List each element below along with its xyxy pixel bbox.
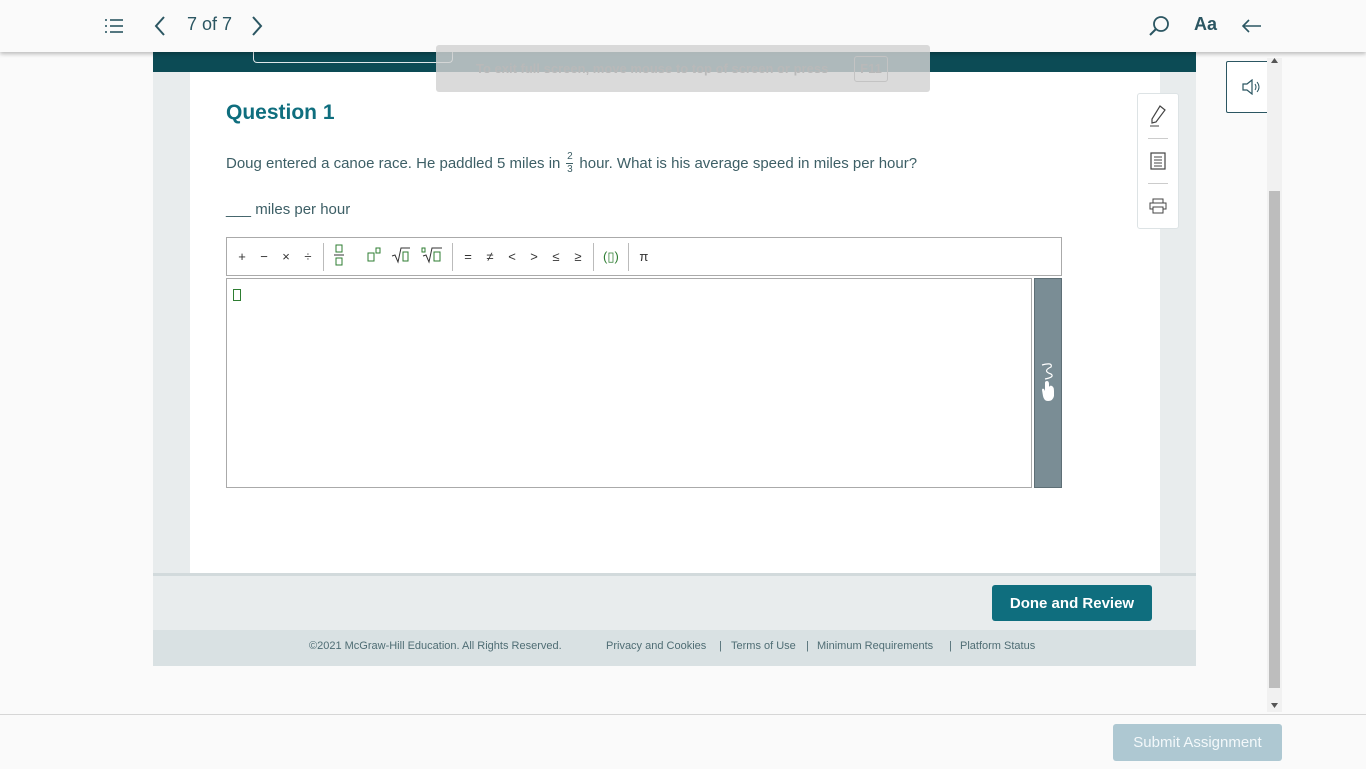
divide-button[interactable]: ÷	[297, 249, 319, 264]
fullscreen-notice: To exit full screen, move mouse to top o…	[436, 45, 930, 92]
requirements-link[interactable]: Minimum Requirements	[817, 640, 933, 652]
handwriting-panel[interactable]	[1034, 278, 1062, 488]
sqrt-button[interactable]	[386, 246, 416, 267]
handwriting-icon	[1041, 363, 1054, 401]
parentheses-button[interactable]: (▯)	[598, 249, 624, 265]
question-title: Question 1	[226, 101, 335, 124]
nth-root-button[interactable]	[416, 246, 448, 267]
fullscreen-notice-text: To exit full screen, move mouse to top o…	[476, 61, 829, 76]
speaker-icon	[1242, 79, 1260, 95]
pencil-icon[interactable]	[1138, 94, 1178, 138]
search-icon[interactable]	[1147, 13, 1171, 39]
copyright-text: ©2021 McGraw-Hill Education. All Rights …	[309, 640, 562, 652]
font-size-button[interactable]: Aa	[1194, 14, 1217, 35]
done-and-review-button[interactable]: Done and Review	[992, 585, 1152, 621]
submit-assignment-button[interactable]: Submit Assignment	[1113, 724, 1282, 761]
print-icon[interactable]	[1138, 184, 1178, 228]
scroll-thumb[interactable]	[1269, 191, 1280, 688]
notes-icon[interactable]	[1138, 139, 1178, 183]
fraction-button[interactable]	[328, 243, 350, 270]
times-button[interactable]: ×	[275, 249, 297, 264]
scroll-up-icon[interactable]	[1271, 58, 1278, 63]
fraction-denominator: 3	[567, 164, 573, 175]
not-equal-button[interactable]: ≠	[479, 249, 501, 264]
input-placeholder-box	[233, 289, 241, 301]
chevron-left-icon[interactable]	[150, 14, 170, 38]
legal-footer: ©2021 McGraw-Hill Education. All Rights …	[153, 630, 1196, 666]
math-answer-editor[interactable]	[226, 278, 1032, 488]
footer-separator: |	[806, 640, 809, 652]
answer-prompt: ___ miles per hour	[226, 201, 351, 218]
fullscreen-key: F11	[854, 56, 888, 82]
footer-separator: |	[719, 640, 722, 652]
back-arrow-icon[interactable]	[1240, 14, 1264, 38]
fraction: 2 3	[566, 151, 574, 175]
footer-separator: |	[949, 640, 952, 652]
math-toolbar: + − × ÷ = ≠ < > ≤ ≥ (▯) π	[226, 237, 1062, 276]
minus-button[interactable]: −	[253, 249, 275, 264]
scroll-down-icon[interactable]	[1271, 703, 1278, 708]
side-tools	[1137, 93, 1179, 229]
chevron-right-icon[interactable]	[247, 14, 267, 38]
exponent-button[interactable]	[362, 247, 386, 266]
fraction-numerator: 2	[567, 151, 573, 162]
greater-equal-button[interactable]: ≥	[567, 249, 589, 264]
question-text-before: Doug entered a canoe race. He paddled 5 …	[226, 155, 561, 172]
question-text-after: hour. What is his average speed in miles…	[579, 155, 918, 172]
greater-than-button[interactable]: >	[523, 249, 545, 264]
terms-link[interactable]: Terms of Use	[731, 640, 796, 652]
question-text: Doug entered a canoe race. He paddled 5 …	[226, 152, 917, 175]
privacy-link[interactable]: Privacy and Cookies	[606, 640, 706, 652]
less-equal-button[interactable]: ≤	[545, 249, 567, 264]
page-counter: 7 of 7	[187, 14, 233, 34]
platform-status-link[interactable]: Platform Status	[960, 640, 1035, 652]
list-icon[interactable]	[102, 14, 126, 38]
pi-button[interactable]: π	[633, 249, 655, 264]
vertical-scrollbar[interactable]	[1267, 58, 1282, 712]
plus-button[interactable]: +	[231, 249, 253, 264]
less-than-button[interactable]: <	[501, 249, 523, 264]
equals-button[interactable]: =	[457, 249, 479, 264]
strip-field	[253, 52, 453, 63]
